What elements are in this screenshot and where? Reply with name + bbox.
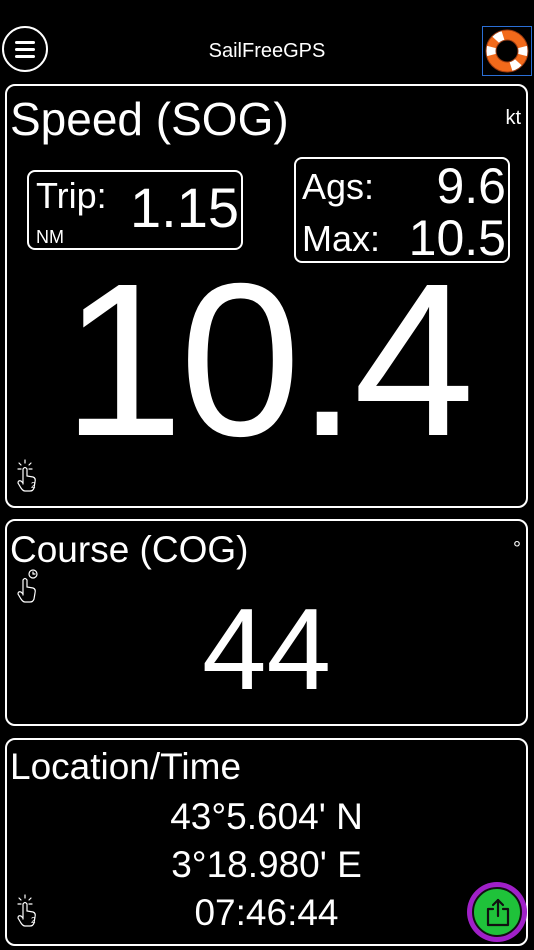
trip-unit: NM bbox=[36, 227, 64, 247]
speed-panel[interactable]: Speed (SOG) kt Trip: NM 1.15 Ags: 9.6 Ma… bbox=[5, 84, 528, 508]
average-value: 9.6 bbox=[436, 158, 506, 214]
share-button-fill bbox=[472, 887, 522, 937]
course-title: Course (COG) bbox=[10, 529, 249, 570]
trip-label: Trip: bbox=[36, 175, 107, 216]
double-tap-icon: 2 bbox=[15, 458, 41, 492]
speed-value: 10.4 bbox=[62, 239, 474, 482]
speed-unit: kt bbox=[505, 107, 521, 129]
lifebuoy-icon bbox=[485, 29, 529, 73]
share-button[interactable] bbox=[467, 882, 527, 942]
lifebuoy-button[interactable] bbox=[482, 26, 532, 76]
latitude-value: 43°5.604' N bbox=[170, 796, 363, 837]
average-label: Ags: bbox=[302, 166, 375, 207]
touch-badge: 2 bbox=[31, 481, 36, 490]
course-value: 44 bbox=[201, 584, 332, 714]
location-title: Location/Time bbox=[10, 746, 242, 787]
location-panel[interactable]: Location/Time 43°5.604' N 3°18.980' E 07… bbox=[5, 738, 528, 946]
double-tap-icon: 2 bbox=[15, 893, 41, 927]
trip-value: 1.15 bbox=[130, 176, 239, 239]
speed-title: Speed (SOG) bbox=[10, 93, 289, 145]
touch-badge: 2 bbox=[31, 916, 36, 925]
share-icon bbox=[486, 898, 510, 927]
course-panel[interactable]: Course (COG) ° 44 bbox=[5, 519, 528, 726]
longitude-value: 3°18.980' E bbox=[171, 844, 362, 885]
header-bar: SailFreeGPS bbox=[0, 0, 534, 84]
trip-box[interactable]: Trip: NM 1.15 bbox=[27, 170, 243, 250]
time-value: 07:46:44 bbox=[194, 892, 339, 933]
app-title: SailFreeGPS bbox=[208, 40, 326, 62]
course-unit: ° bbox=[513, 538, 521, 560]
